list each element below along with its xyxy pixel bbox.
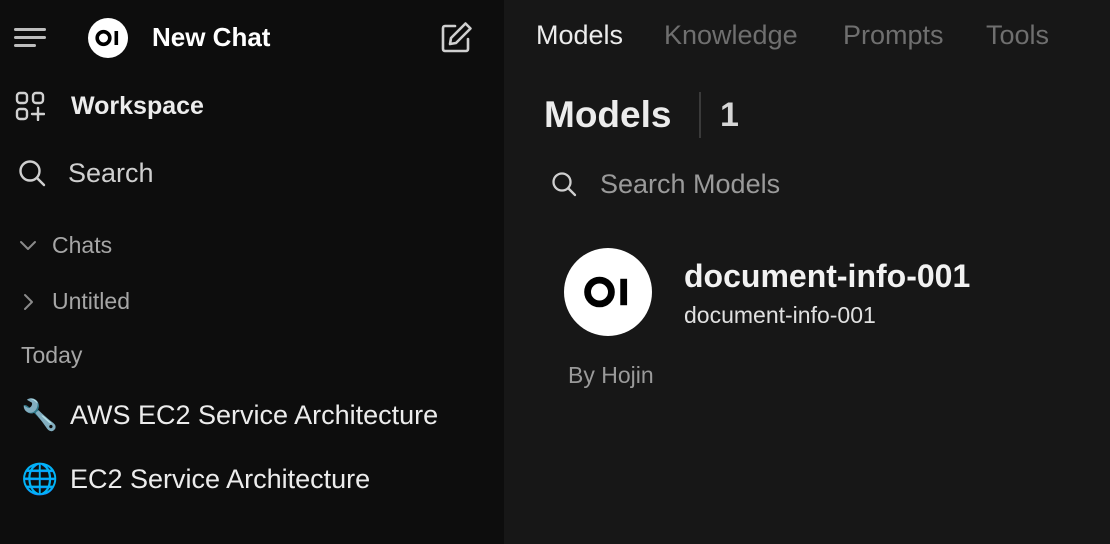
- app-root: New Chat Workspace Search Chats Untitled…: [0, 0, 1110, 544]
- model-name: document-info-001: [684, 258, 971, 294]
- untitled-folder-toggle[interactable]: Untitled: [0, 286, 504, 316]
- untitled-folder-label: Untitled: [52, 288, 130, 314]
- model-avatar-icon: [564, 248, 652, 336]
- new-chat-label[interactable]: New Chat: [152, 22, 270, 53]
- workspace-nav-item[interactable]: Workspace: [0, 86, 504, 126]
- models-search-bar: [544, 162, 1084, 206]
- tab-prompts[interactable]: Prompts: [843, 20, 944, 51]
- model-id: document-info-001: [684, 302, 876, 328]
- chat-item[interactable]: 🔧 AWS EC2 Service Architecture: [0, 394, 504, 438]
- chat-item[interactable]: 🌐 EC2 Service Architecture: [0, 458, 504, 502]
- models-search-input[interactable]: [600, 166, 1070, 202]
- model-card[interactable]: document-info-001 document-info-001 By H…: [560, 244, 1090, 394]
- chat-item-title: AWS EC2 Service Architecture: [70, 400, 439, 430]
- search-icon: [552, 172, 577, 197]
- tab-tools[interactable]: Tools: [986, 20, 1049, 51]
- tab-models[interactable]: Models: [536, 20, 623, 51]
- search-nav-item[interactable]: Search: [0, 152, 504, 194]
- menu-icon[interactable]: [14, 26, 46, 50]
- chats-folder-toggle[interactable]: Chats: [0, 230, 504, 260]
- header-divider: [699, 92, 701, 138]
- model-author: By Hojin: [568, 362, 654, 388]
- page-title: Models: [544, 94, 672, 135]
- open-webui-logo-icon[interactable]: [88, 18, 128, 58]
- models-count: 1: [720, 96, 739, 134]
- tab-knowledge[interactable]: Knowledge: [664, 20, 798, 51]
- main-content: Models Knowledge Prompts Tools Models 1: [504, 0, 1110, 544]
- globe-emoji: 🌐: [21, 463, 59, 496]
- sidebar: New Chat Workspace Search Chats Untitled…: [0, 0, 504, 544]
- wrench-emoji: 🔧: [21, 399, 59, 432]
- search-icon: [19, 160, 46, 187]
- chevron-down-icon: [20, 241, 36, 250]
- models-header: Models 1: [544, 92, 1084, 140]
- today-section-label: Today: [21, 342, 83, 368]
- chats-folder-label: Chats: [52, 232, 113, 258]
- workspace-label: Workspace: [71, 92, 204, 120]
- workspace-icon: [15, 91, 45, 121]
- edit-icon[interactable]: [436, 18, 476, 58]
- sidebar-header: New Chat: [0, 0, 504, 76]
- chat-item-title: EC2 Service Architecture: [70, 464, 371, 494]
- workspace-tabs: Models Knowledge Prompts Tools: [504, 0, 1110, 76]
- search-label: Search: [68, 158, 154, 188]
- chevron-right-icon: [24, 294, 33, 310]
